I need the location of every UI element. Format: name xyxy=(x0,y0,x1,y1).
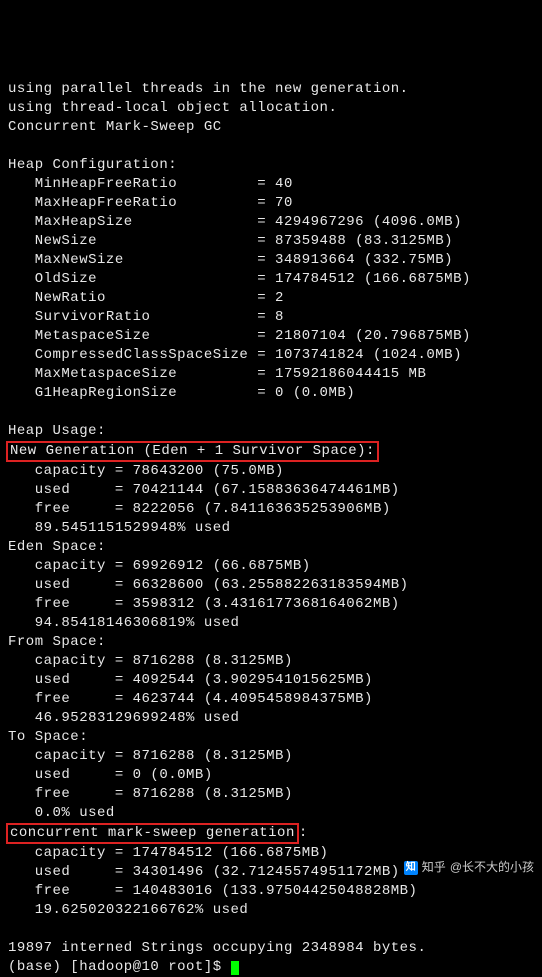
terminal-line: MetaspaceSize = 21807104 (20.796875MB) xyxy=(8,328,471,344)
terminal-line: NewSize = 87359488 (83.3125MB) xyxy=(8,233,453,249)
terminal-line: G1HeapRegionSize = 0 (0.0MB) xyxy=(8,385,355,401)
terminal-line: 89.5451151529948% used xyxy=(8,520,231,536)
terminal-line: MaxNewSize = 348913664 (332.75MB) xyxy=(8,252,453,268)
watermark-author: @长不大的小孩 xyxy=(450,858,534,877)
terminal-line: capacity = 8716288 (8.3125MB) xyxy=(8,653,293,669)
terminal-line: From Space: xyxy=(8,634,106,650)
terminal-line: used = 66328600 (63.255882263183594MB) xyxy=(8,577,409,593)
terminal-line: Heap Usage: xyxy=(8,423,106,439)
terminal-line: used = 70421144 (67.15883636474461MB) xyxy=(8,482,400,498)
terminal-line: Heap Configuration: xyxy=(8,157,177,173)
terminal-line: used = 0 (0.0MB) xyxy=(8,767,213,783)
terminal-line: Concurrent Mark-Sweep GC xyxy=(8,119,222,135)
terminal-line: : xyxy=(299,825,308,841)
terminal-line: NewRatio = 2 xyxy=(8,290,284,306)
terminal-line: capacity = 69926912 (66.6875MB) xyxy=(8,558,311,574)
highlight-cms-generation: concurrent mark-sweep generation xyxy=(6,823,299,844)
terminal-line: using thread-local object allocation. xyxy=(8,100,337,116)
watermark-brand: 知乎 xyxy=(422,858,446,877)
terminal-line: MaxHeapSize = 4294967296 (4096.0MB) xyxy=(8,214,462,230)
terminal-line: CompressedClassSpaceSize = 1073741824 (1… xyxy=(8,347,462,363)
terminal-line: using parallel threads in the new genera… xyxy=(8,81,409,97)
zhihu-icon: 知 xyxy=(404,861,418,875)
terminal-line: free = 8716288 (8.3125MB) xyxy=(8,786,293,802)
terminal-line: OldSize = 174784512 (166.6875MB) xyxy=(8,271,471,287)
terminal-line: 0.0% used xyxy=(8,805,115,821)
terminal-line: MaxMetaspaceSize = 17592186044415 MB xyxy=(8,366,426,382)
terminal-line: 19897 interned Strings occupying 2348984… xyxy=(8,940,426,956)
terminal-line: 46.95283129699248% used xyxy=(8,710,239,726)
terminal-line: capacity = 8716288 (8.3125MB) xyxy=(8,748,293,764)
terminal-line: 19.625020322166762% used xyxy=(8,902,248,918)
terminal-line: capacity = 174784512 (166.6875MB) xyxy=(8,845,328,861)
terminal-line: free = 140483016 (133.97504425048828MB) xyxy=(8,883,417,899)
prompt-line[interactable]: (base) [hadoop@10 root]$ xyxy=(8,959,231,975)
terminal-line: free = 4623744 (4.4095458984375MB) xyxy=(8,691,373,707)
terminal-line: Eden Space: xyxy=(8,539,106,555)
terminal-line: used = 4092544 (3.9029541015625MB) xyxy=(8,672,373,688)
highlight-new-generation: New Generation (Eden + 1 Survivor Space)… xyxy=(6,441,379,462)
terminal-line: capacity = 78643200 (75.0MB) xyxy=(8,463,284,479)
terminal-line: 94.85418146306819% used xyxy=(8,615,239,631)
terminal-line: free = 8222056 (7.841163635253906MB) xyxy=(8,501,391,517)
terminal-line: free = 3598312 (3.4316177368164062MB) xyxy=(8,596,400,612)
watermark: 知 知乎 @长不大的小孩 xyxy=(404,858,534,877)
terminal-line: used = 34301496 (32.71245574951172MB) xyxy=(8,864,400,880)
terminal-line: To Space: xyxy=(8,729,88,745)
terminal-line: SurvivorRatio = 8 xyxy=(8,309,284,325)
terminal-line: MaxHeapFreeRatio = 70 xyxy=(8,195,293,211)
terminal-line: MinHeapFreeRatio = 40 xyxy=(8,176,293,192)
cursor-icon xyxy=(231,961,239,975)
